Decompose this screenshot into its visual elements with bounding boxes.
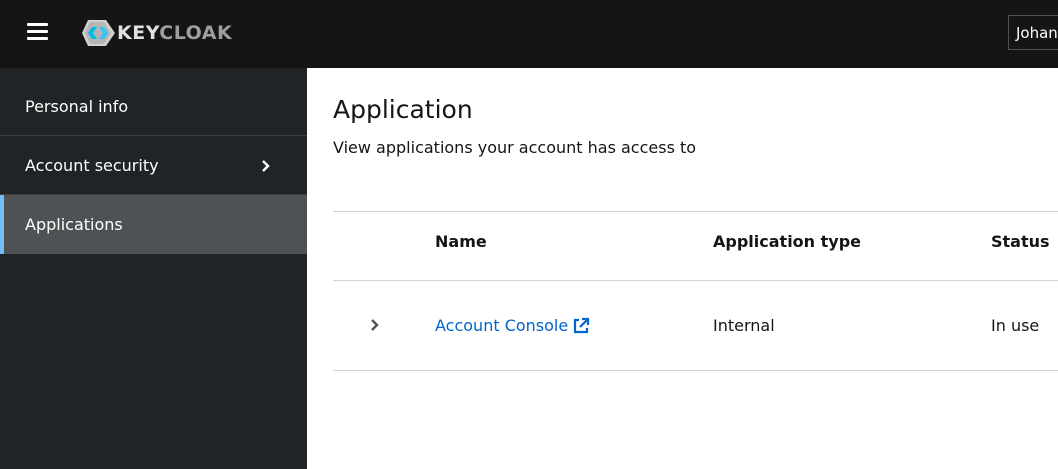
sidebar-item-applications[interactable]: Applications — [0, 195, 307, 254]
chevron-right-icon — [371, 319, 379, 331]
sidebar-item-label: Account security — [25, 156, 159, 175]
column-header-application-type[interactable]: Application type — [713, 232, 861, 251]
sidebar-nav: Personal info Account security Applicati… — [0, 68, 307, 469]
app-status-cell: In use — [991, 316, 1040, 335]
sidebar-item-account-security[interactable]: Account security — [0, 136, 307, 195]
sidebar-item-personal-info[interactable]: Personal info — [0, 68, 307, 136]
user-dropdown-button[interactable]: Johan — [1008, 15, 1058, 50]
chevron-right-icon — [259, 136, 273, 195]
table-row: Account Console Internal In use — [333, 281, 1058, 371]
page-subtitle: View applications your account has acces… — [333, 138, 697, 157]
main-content: Application View applications your accou… — [307, 68, 1058, 469]
masthead: KEYCLOAK Johan — [0, 0, 1058, 68]
keycloak-logo[interactable]: KEYCLOAK — [80, 17, 232, 49]
column-header-name[interactable]: Name — [435, 232, 487, 251]
table-header: Name Application type Status — [333, 211, 1058, 281]
expand-row-toggle[interactable] — [365, 315, 385, 335]
app-name: Account Console — [435, 316, 569, 335]
brand-name: KEYCLOAK — [117, 22, 233, 44]
account-console-link[interactable]: Account Console — [435, 316, 590, 335]
app-name-cell: Account Console — [435, 316, 590, 335]
applications-table: Name Application type Status Account Con… — [333, 211, 1058, 371]
hamburger-menu-icon[interactable] — [24, 21, 52, 45]
external-link-icon — [572, 317, 590, 335]
sidebar-item-label: Personal info — [25, 97, 129, 116]
column-header-status[interactable]: Status — [991, 232, 1050, 251]
sidebar-item-label: Applications — [25, 215, 123, 234]
app-type-cell: Internal — [713, 316, 775, 335]
page-title: Application — [333, 95, 473, 124]
keycloak-logo-icon — [82, 20, 115, 46]
